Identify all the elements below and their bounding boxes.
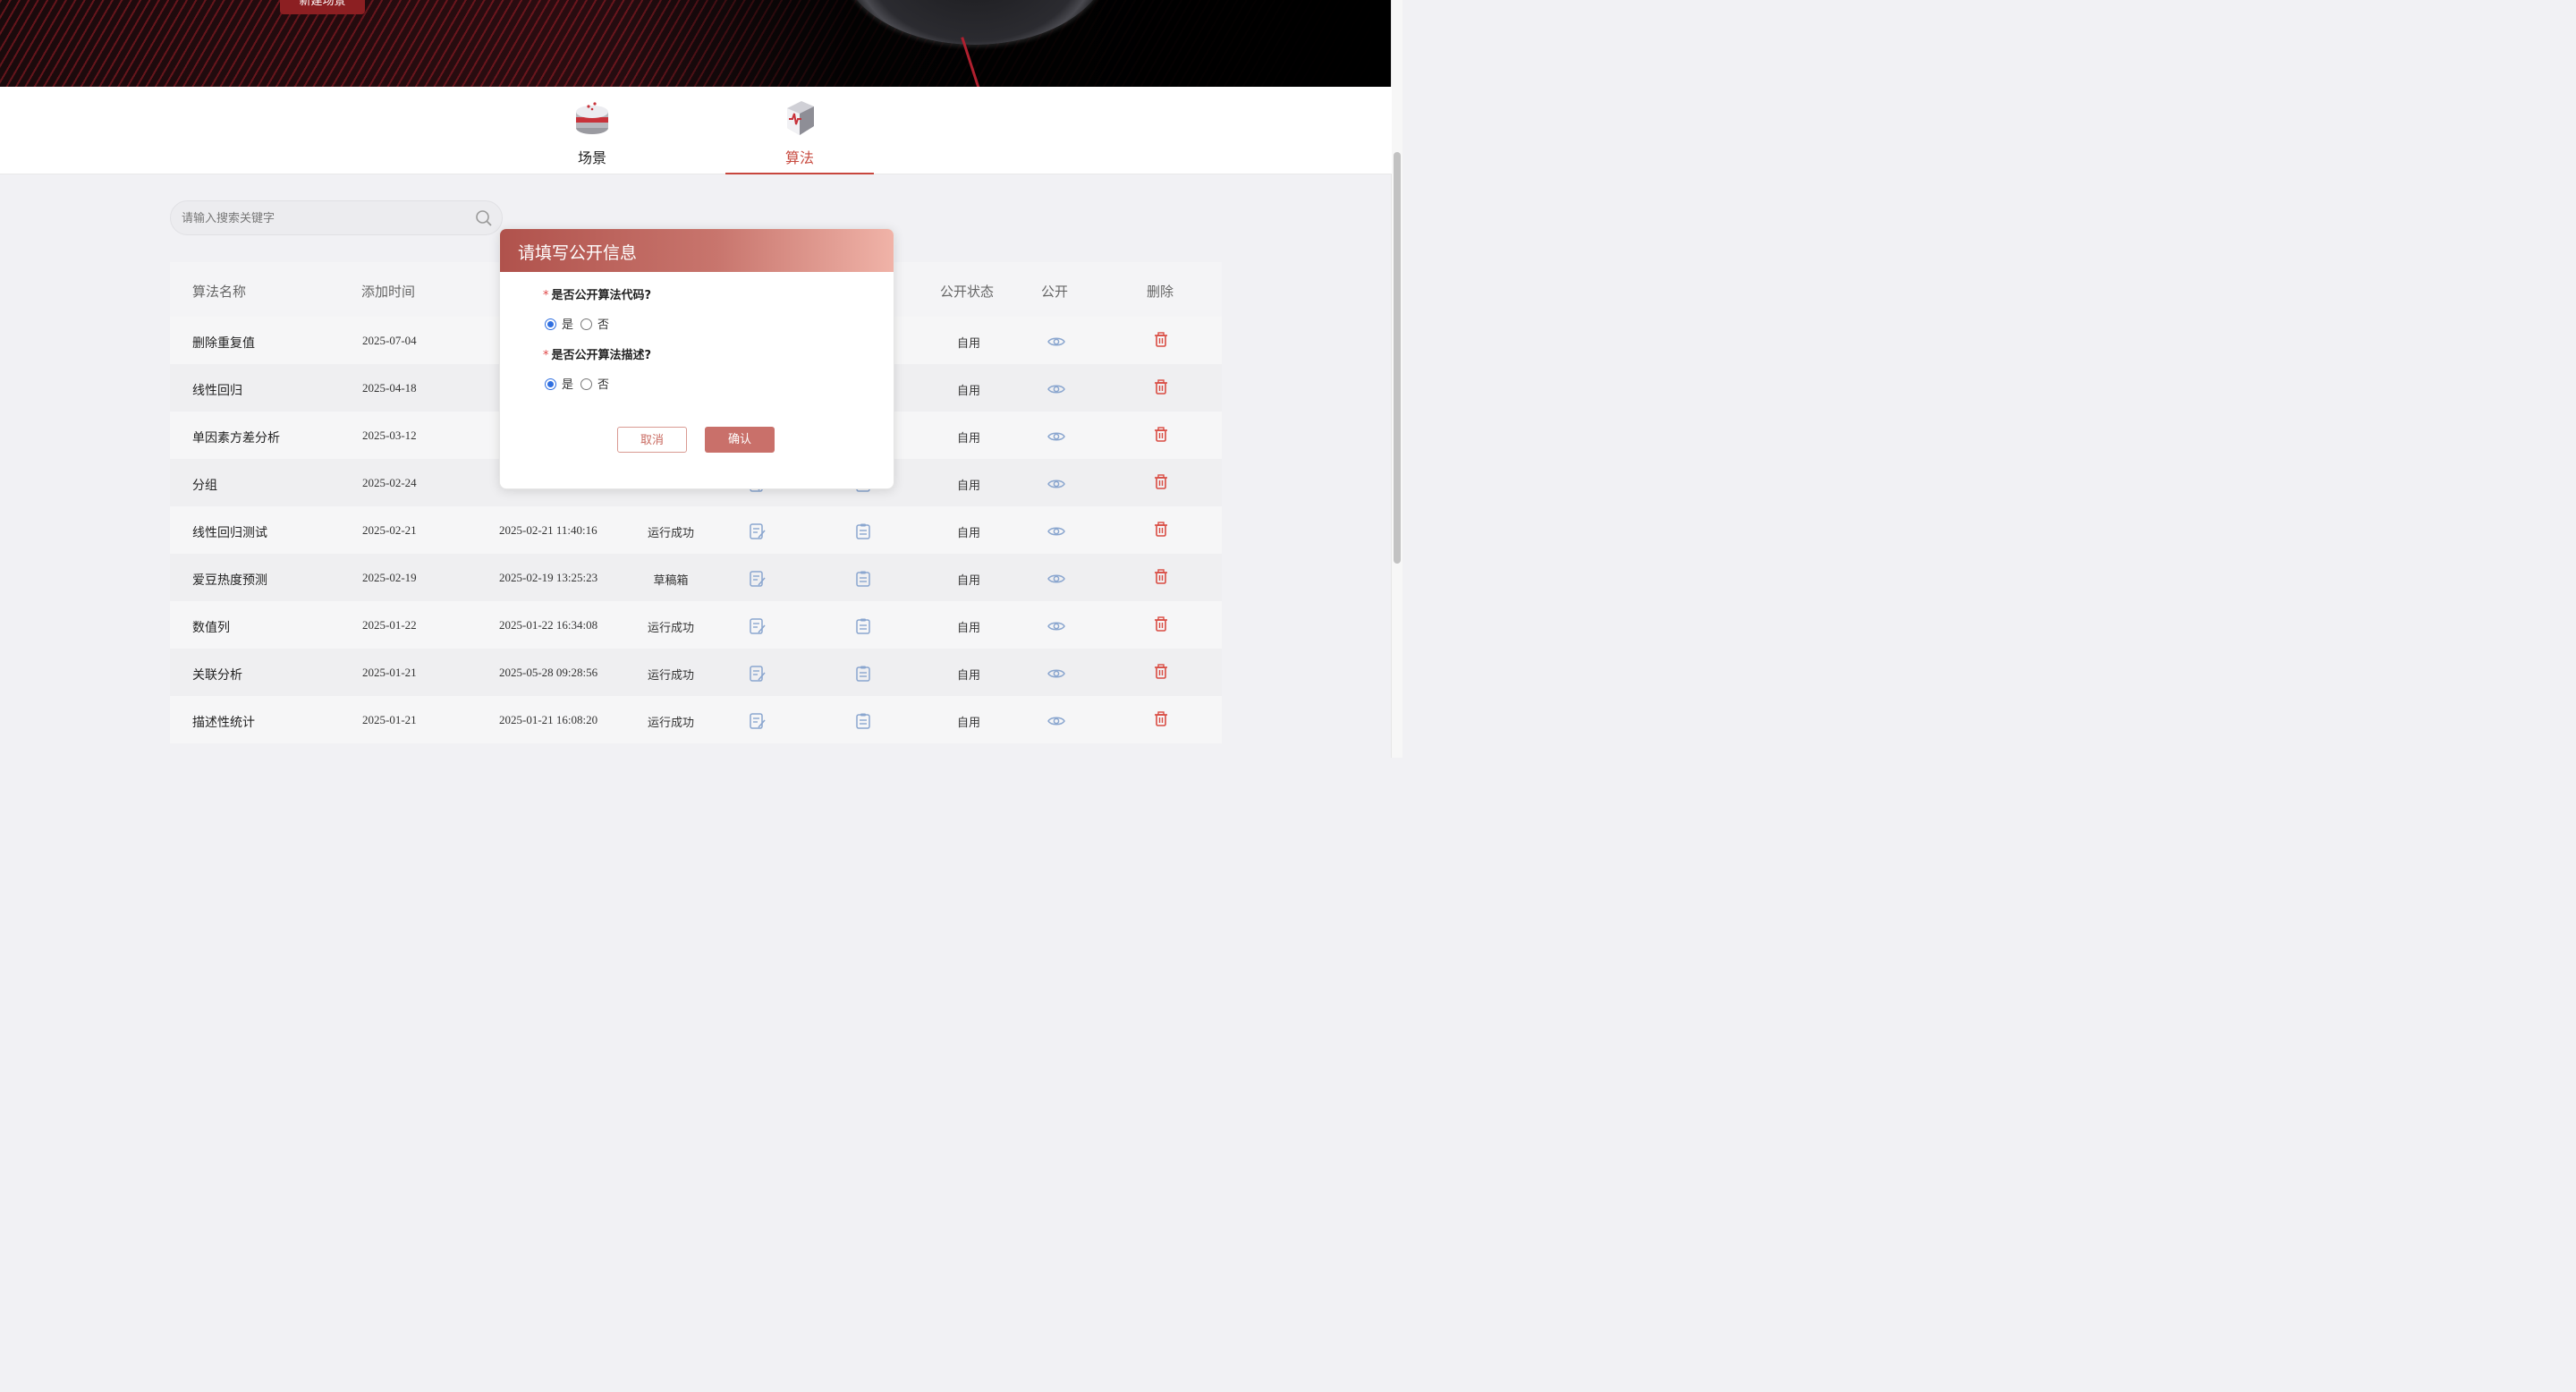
dialog-title: 请填写公开信息 [518, 243, 638, 263]
code-no-label[interactable]: 否 [597, 318, 609, 332]
tab-scene-label: 场景 [577, 149, 606, 166]
code-yes-radio[interactable] [545, 318, 556, 330]
cancel-button[interactable]: 取消 [617, 427, 687, 453]
question-code-options: 是否 [545, 315, 616, 332]
question-desc-label: * 是否公开算法描述? [543, 345, 651, 362]
desc-yes-label[interactable]: 是 [562, 378, 573, 392]
new-scene-button[interactable]: 新建场景 [280, 0, 365, 14]
tab-algorithm[interactable]: 算法 [725, 87, 874, 174]
required-mark: * [543, 349, 549, 362]
tab-scene[interactable]: 场景 [518, 87, 666, 174]
tab-algorithm-label: 算法 [784, 149, 814, 166]
code-no-radio[interactable] [580, 318, 593, 330]
hero-banner: 新建场景 [0, 0, 1392, 87]
question-code-text: 是否公开算法代码? [551, 289, 652, 302]
page-scrollbar[interactable] [1391, 0, 1402, 758]
scrollbar-thumb[interactable] [1394, 152, 1401, 564]
desc-no-radio[interactable] [580, 378, 593, 390]
scene-icon [576, 102, 608, 134]
code-yes-label[interactable]: 是 [562, 318, 573, 332]
publish-info-dialog: 请填写公开信息 * 是否公开算法代码? 是否 * 是否公开算法描述? 是否 取消 确… [499, 228, 894, 489]
question-desc-text: 是否公开算法描述? [551, 349, 652, 362]
confirm-button[interactable]: 确认 [705, 427, 775, 453]
required-mark: * [543, 289, 549, 302]
question-desc-options: 是否 [545, 375, 616, 392]
dialog-header: 请填写公开信息 [500, 229, 894, 272]
category-tabs: 场景 算法 [0, 87, 1392, 174]
desc-yes-radio[interactable] [545, 378, 556, 390]
desc-no-label[interactable]: 否 [597, 378, 609, 392]
algorithm-icon [787, 101, 814, 135]
question-code-label: * 是否公开算法代码? [543, 285, 651, 302]
